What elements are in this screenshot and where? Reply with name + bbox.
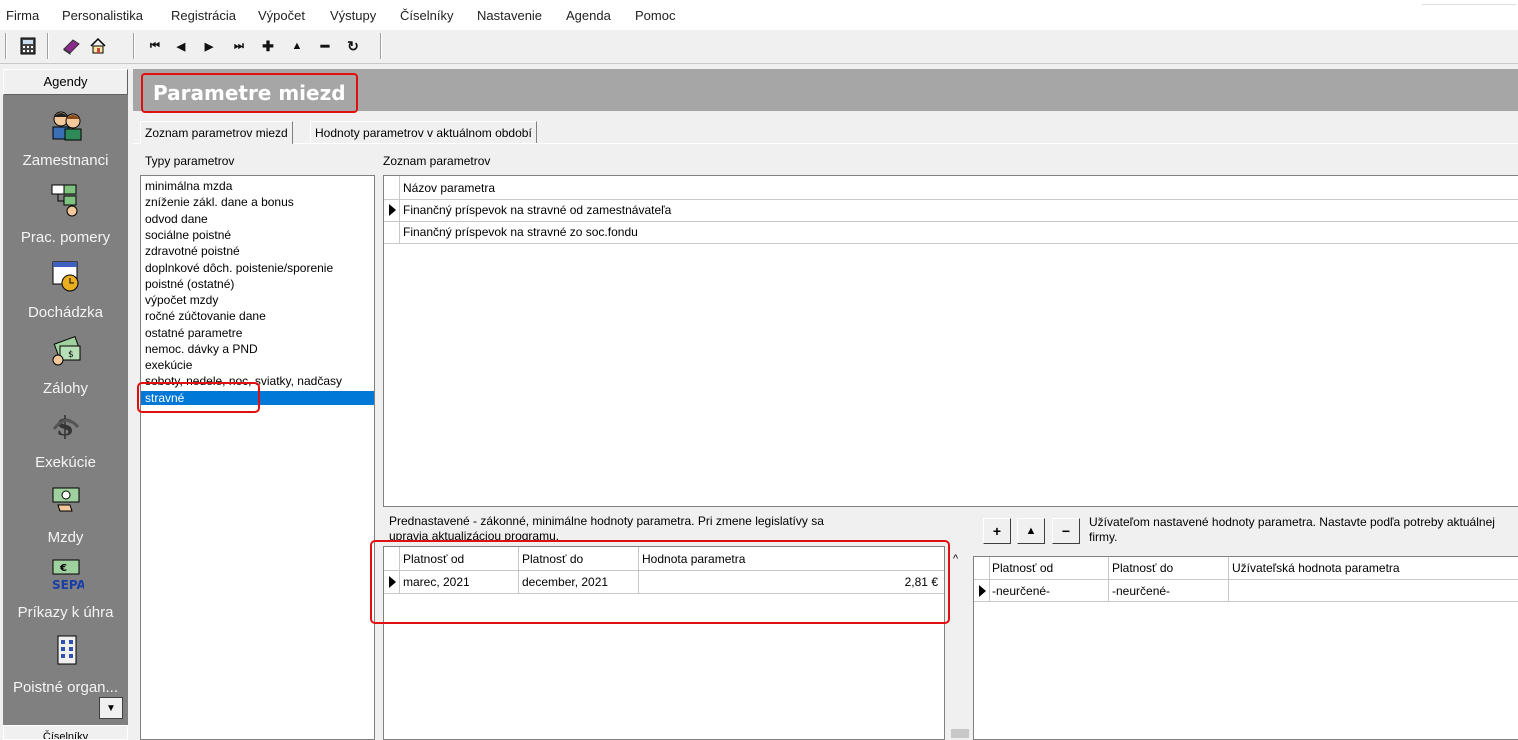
insurance-org-icon[interactable] <box>50 633 82 665</box>
menu-ciselniky[interactable]: Číselníky <box>400 8 453 23</box>
tab-zoznam-parametrov[interactable]: Zoznam parametrov miezd <box>140 121 293 144</box>
types-label: Typy parametrov <box>145 154 235 168</box>
grid-line <box>384 243 1518 244</box>
params-grid[interactable]: Názov parametra Finančný príspevok na st… <box>383 175 1518 507</box>
menu-vystupy[interactable]: Výstupy <box>330 8 376 23</box>
grid-line <box>989 557 990 601</box>
sidebar-header[interactable]: Agendy <box>3 69 128 95</box>
menu-registracia[interactable]: Registrácia <box>171 8 236 23</box>
list-item[interactable]: exekúcie <box>145 358 192 372</box>
sidebar-item-prac-pomery[interactable]: Prac. pomery <box>3 229 128 246</box>
list-item[interactable]: nemoc. dávky a PND <box>145 342 258 356</box>
list-item[interactable]: sociálne poistné <box>145 228 231 242</box>
grid-line <box>1108 557 1109 601</box>
first-record-icon[interactable]: ⏮ <box>144 35 166 57</box>
add-value-button[interactable]: + <box>983 518 1011 544</box>
sidebar-scroll-down-button[interactable]: ▼ <box>99 697 123 719</box>
list-item[interactable]: minimálna mzda <box>145 179 232 193</box>
work-relations-icon[interactable] <box>50 183 82 217</box>
last-record-icon[interactable]: ⏭ <box>228 35 250 57</box>
column-header-user-to[interactable]: Platnosť do <box>1112 557 1173 579</box>
svg-text:SEPA: SEPA <box>52 578 84 592</box>
scroll-up-icon[interactable]: ^ <box>953 553 958 565</box>
wages-icon[interactable] <box>50 483 82 515</box>
menu-personalistika[interactable]: Personalistika <box>62 8 143 23</box>
toolbar-separator <box>133 33 135 59</box>
grid-line <box>974 579 1518 580</box>
list-item[interactable]: zníženie zákl. dane a bonus <box>145 195 294 209</box>
tab-hodnoty-parametrov[interactable]: Hodnoty parametrov v aktuálnom období <box>310 121 537 144</box>
list-item[interactable]: výpočet mzdy <box>145 293 218 307</box>
scroll-thumb[interactable] <box>951 729 969 738</box>
toolbar-separator <box>380 33 382 59</box>
garnishment-icon[interactable]: $ <box>50 409 82 442</box>
add-record-icon[interactable]: ✚ <box>257 35 279 57</box>
user-from-cell[interactable]: -neurčené- <box>992 580 1050 602</box>
menu-bar: Firma Personalistika Registrácia Výpočet… <box>0 0 1518 30</box>
edit-record-icon[interactable]: ▲ <box>286 35 308 57</box>
row-indicator-icon <box>979 585 986 597</box>
page-title: Parametre miezd <box>141 73 358 113</box>
types-listbox[interactable]: minimálna mzda zníženie zákl. dane a bon… <box>140 175 375 740</box>
page-header: Parametre miezd <box>133 69 1518 113</box>
delete-record-icon[interactable]: ━ <box>314 35 336 57</box>
sidebar-item-poistne-organ[interactable]: Poistné organ... <box>3 679 128 696</box>
user-values-grid[interactable]: Platnosť od Platnosť do Užívateľská hodn… <box>973 556 1518 740</box>
menu-pomoc[interactable]: Pomoc <box>635 8 675 23</box>
prev-record-icon[interactable]: ◀ <box>170 35 192 57</box>
attendance-icon[interactable] <box>50 259 82 292</box>
list-item[interactable]: ostatné parametre <box>145 326 242 340</box>
defaults-note: Prednastavené - zákonné, minimálne hodno… <box>389 514 824 540</box>
delete-value-button[interactable]: − <box>1052 518 1080 544</box>
calculator-icon[interactable] <box>17 35 39 57</box>
toolbar: ⏮ ◀ ▶ ⏭ ✚ ▲ ━ ↻ <box>0 30 1518 64</box>
refresh-icon[interactable]: ↻ <box>342 35 364 57</box>
list-item[interactable]: poistné (ostatné) <box>145 277 234 291</box>
menu-agenda[interactable]: Agenda <box>566 8 611 23</box>
svg-text:$: $ <box>68 350 74 360</box>
sidebar-item-zalohy[interactable]: Zálohy <box>3 380 128 397</box>
menu-vypocet[interactable]: Výpočet <box>258 8 305 23</box>
defaults-scrollbar[interactable]: ^ <box>950 553 970 738</box>
sidebar-item-mzdy[interactable]: Mzdy <box>3 529 128 546</box>
list-item[interactable]: doplnkové dôch. poistenie/sporenie <box>145 261 333 275</box>
highlight-selected-type <box>137 382 260 413</box>
tab-baseline <box>133 143 1518 144</box>
column-header-nazov[interactable]: Názov parametra <box>403 177 495 199</box>
table-row[interactable]: Finančný príspevok na stravné od zamestn… <box>403 199 671 221</box>
grid-line <box>974 601 1518 602</box>
params-label: Zoznam parametrov <box>383 154 491 168</box>
book-icon[interactable] <box>60 35 82 57</box>
menu-divider <box>1422 4 1516 5</box>
list-item[interactable]: zdravotné poistné <box>145 244 240 258</box>
edit-value-button[interactable]: ▲ <box>1017 518 1045 544</box>
highlight-defaults-table <box>370 540 950 624</box>
list-item[interactable]: odvod dane <box>145 212 208 226</box>
svg-text:€: € <box>59 563 67 574</box>
table-row[interactable]: Finančný príspevok na stravné zo soc.fon… <box>403 221 638 243</box>
grid-line <box>1228 557 1229 601</box>
grid-line <box>399 176 400 243</box>
svg-text:$: $ <box>56 412 74 442</box>
sidebar-item-dochadzka[interactable]: Dochádzka <box>3 304 128 321</box>
row-indicator-icon <box>389 204 396 216</box>
sidebar-item-prikazy[interactable]: Príkazy k úhra <box>3 604 128 621</box>
toolbar-separator <box>47 33 49 59</box>
home-icon[interactable] <box>87 35 109 57</box>
user-to-cell[interactable]: -neurčené- <box>1112 580 1170 602</box>
sidebar-item-exekucie[interactable]: Exekúcie <box>3 454 128 471</box>
agenda-sidebar: Agendy Zamestnanci Prac. pomery Dochádzk… <box>3 69 128 740</box>
column-header-user-from[interactable]: Platnosť od <box>992 557 1053 579</box>
user-values-note: Užívateľom nastavené hodnoty parametra. … <box>1089 515 1495 544</box>
next-record-icon[interactable]: ▶ <box>198 35 220 57</box>
menu-firma[interactable]: Firma <box>6 8 39 23</box>
column-header-user-value[interactable]: Užívateľská hodnota parametra <box>1232 557 1400 579</box>
advances-icon[interactable]: $ <box>50 334 82 366</box>
menu-nastavenie[interactable]: Nastavenie <box>477 8 542 23</box>
toolbar-separator <box>5 33 7 59</box>
sidebar-item-zamestnanci[interactable]: Zamestnanci <box>3 152 128 169</box>
sepa-icon[interactable]: € SEPA <box>50 558 87 592</box>
list-item[interactable]: ročné zúčtovanie dane <box>145 309 266 323</box>
employees-icon[interactable] <box>50 109 82 141</box>
